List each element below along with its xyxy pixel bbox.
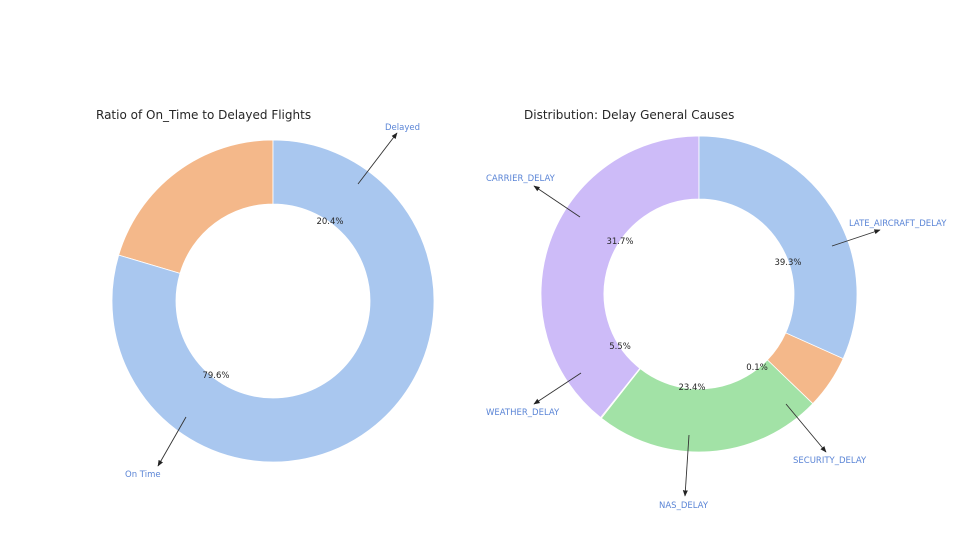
donut-slice-late-aircraft-delay — [540, 135, 700, 419]
slice-label-weather-delay: WEATHER_DELAY — [486, 408, 560, 418]
donut-slice-delayed — [118, 139, 274, 274]
slice-label-nas-delay: NAS_DELAY — [659, 501, 709, 511]
slice-percent-weather-delay: 5.5% — [609, 342, 631, 352]
donut-chart-delay-causes: Distribution: Delay General Causes 39.3%… — [486, 108, 947, 511]
leader-arrow-delayed — [357, 132, 398, 185]
slice-label-carrier-delay: CARRIER_DELAY — [486, 174, 556, 184]
donut-slice-carrier-delay — [698, 135, 858, 360]
slice-percent-nas-delay: 23.4% — [678, 383, 705, 393]
slice-label-security-delay: SECURITY_DELAY — [793, 456, 867, 466]
slice-percent-late-aircraft-delay: 39.3% — [774, 258, 801, 268]
slice-percent-security-delay: 0.1% — [746, 363, 768, 373]
leader-arrow-security-delay — [785, 403, 827, 453]
chart-title-2: Distribution: Delay General Causes — [524, 108, 734, 122]
slice-percent-carrier-delay: 31.7% — [606, 237, 633, 247]
figure-canvas: Ratio of On_Time to Delayed Flights 20.4… — [96, 108, 947, 511]
slice-percent-delayed: 20.4% — [316, 217, 343, 227]
slice-label-late-aircraft-delay: LATE_AIRCRAFT_DELAY — [849, 219, 947, 229]
slice-percent-on-time: 79.6% — [202, 371, 229, 381]
slice-label-delayed: Delayed — [385, 123, 420, 133]
chart-title-1: Ratio of On_Time to Delayed Flights — [96, 108, 311, 122]
slice-label-on-time: On Time — [125, 470, 161, 480]
donut-chart-on-time-vs-delayed: Ratio of On_Time to Delayed Flights 20.4… — [96, 108, 435, 480]
